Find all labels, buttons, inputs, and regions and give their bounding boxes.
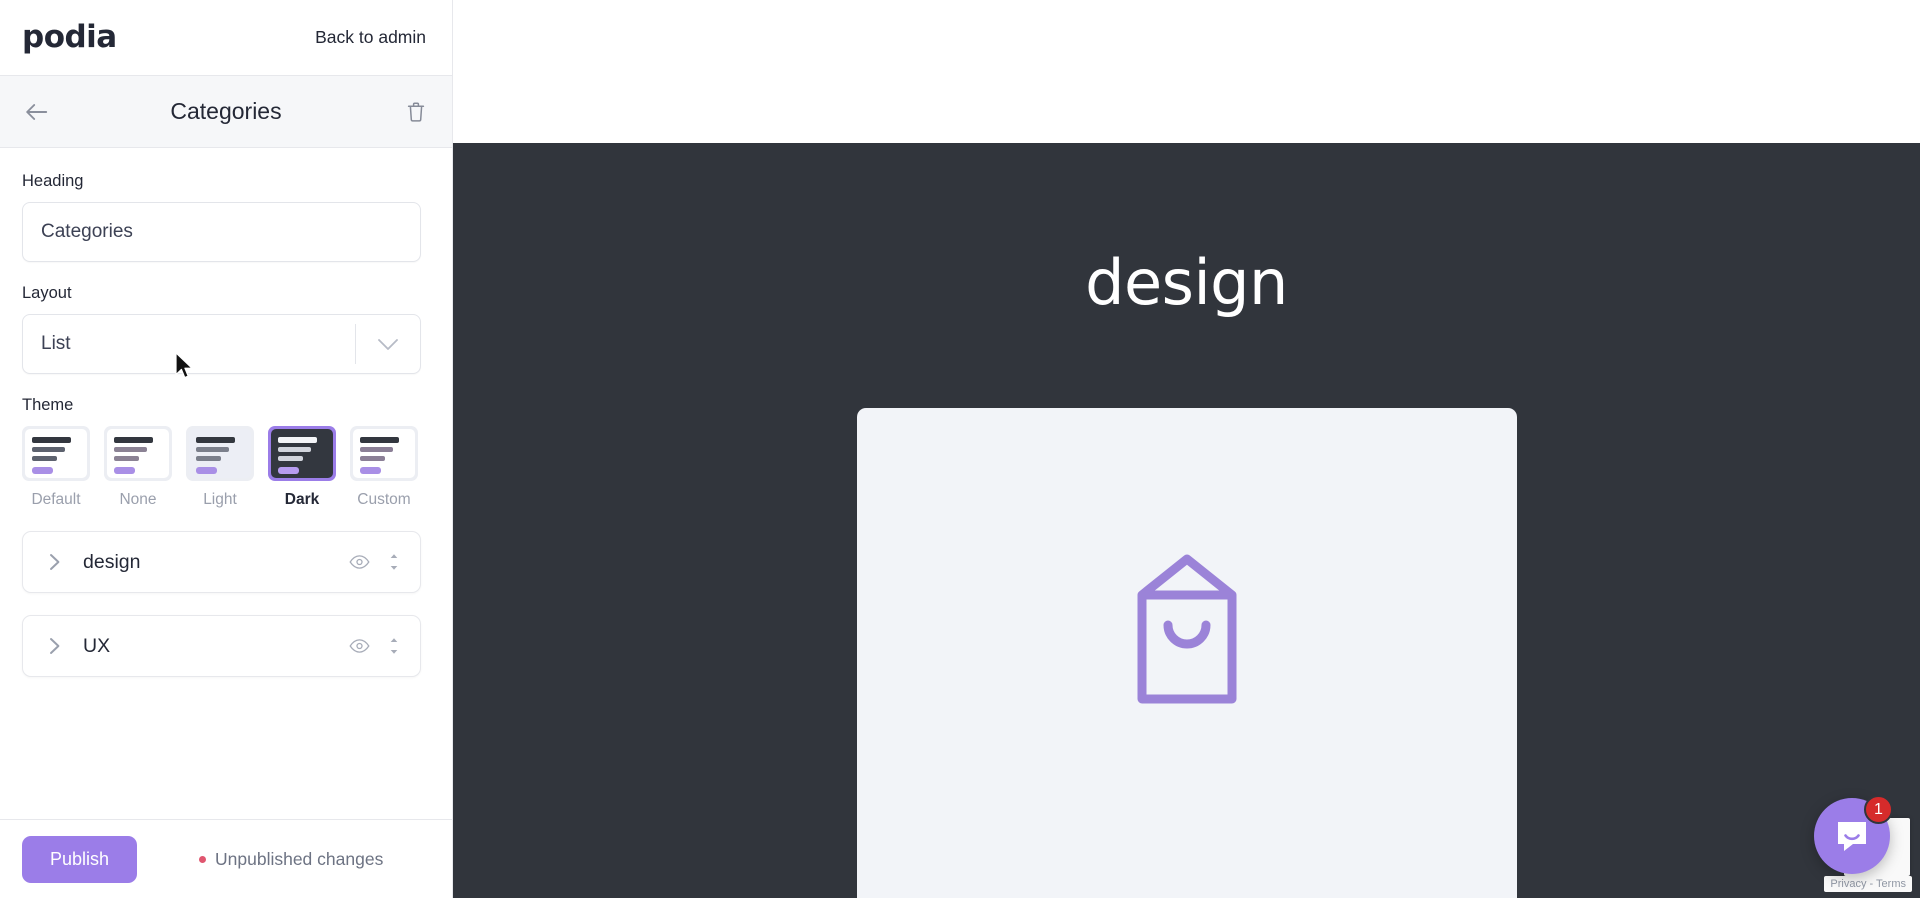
- brand-bar: podia Back to admin: [0, 0, 452, 75]
- theme-option-dark[interactable]: Dark: [268, 426, 336, 509]
- theme-swatch-list: Default None Light Dark Custom: [22, 426, 430, 509]
- preview-section: design: [453, 143, 1920, 898]
- layout-field-group: Layout List: [22, 284, 430, 374]
- publish-bar: Publish Unpublished changes: [0, 819, 452, 898]
- theme-swatch-preview: [186, 426, 254, 481]
- category-actions: [349, 552, 400, 572]
- page-title: Categories: [170, 98, 282, 124]
- status-dot-icon: [199, 855, 206, 863]
- heading-field-group: Heading: [22, 172, 430, 262]
- editor-body: Heading Layout List Theme: [0, 148, 452, 819]
- theme-option-default[interactable]: Default: [22, 426, 90, 509]
- category-row[interactable]: UX: [22, 615, 421, 677]
- theme-swatch-preview: [104, 426, 172, 481]
- drag-handle-icon[interactable]: [388, 636, 400, 656]
- publish-button[interactable]: Publish: [22, 835, 137, 883]
- arrow-left-icon[interactable]: [22, 98, 50, 126]
- theme-swatch-preview: [350, 426, 418, 481]
- eye-icon[interactable]: [349, 555, 370, 569]
- layout-select[interactable]: List: [22, 314, 421, 374]
- category-actions: [349, 636, 400, 656]
- theme-option-none[interactable]: None: [104, 426, 172, 509]
- heading-input[interactable]: [22, 202, 421, 262]
- select-divider: [355, 324, 356, 364]
- chat-bubble-icon: [1838, 822, 1866, 851]
- preview-pane: design Privacy - Terms 1: [453, 0, 1920, 898]
- shopping-bag-icon: [1120, 553, 1254, 710]
- status-badge: Unpublished changes: [215, 848, 384, 869]
- theme-swatch-preview: [268, 426, 336, 481]
- drag-handle-icon[interactable]: [388, 552, 400, 572]
- preview-top-bar: [453, 0, 1920, 143]
- theme-option-label: Dark: [284, 491, 320, 508]
- theme-option-custom[interactable]: Custom: [350, 426, 418, 509]
- theme-option-light[interactable]: Light: [186, 426, 254, 509]
- eye-icon[interactable]: [349, 639, 370, 653]
- theme-option-label: None: [119, 491, 157, 508]
- theme-swatch-preview: [22, 426, 90, 481]
- heading-label: Heading: [22, 172, 84, 190]
- theme-option-label: Default: [31, 491, 81, 508]
- theme-field-group: Theme Default None Light Dark Custom: [22, 396, 430, 509]
- intercom-unread-badge: 1: [1864, 795, 1893, 824]
- chevron-right-icon[interactable]: [49, 553, 65, 571]
- unpublished-status: Unpublished changes: [199, 849, 383, 870]
- category-list: design UX: [22, 531, 430, 677]
- preview-category-heading: design: [1085, 246, 1288, 319]
- category-row[interactable]: design: [22, 531, 421, 593]
- chevron-right-icon[interactable]: [49, 637, 65, 655]
- category-name: design: [83, 550, 141, 573]
- product-card[interactable]: [856, 408, 1517, 898]
- editor-panel: podia Back to admin Categories Heading C…: [0, 0, 453, 898]
- layout-label: Layout: [22, 284, 72, 302]
- app-root: podia Back to admin Categories Heading C…: [0, 0, 1920, 898]
- podia-logo[interactable]: podia: [22, 22, 117, 53]
- intercom-launcher-button[interactable]: 1: [1814, 795, 1893, 874]
- back-to-admin-link[interactable]: Back to admin: [315, 27, 426, 48]
- layout-select-wrap: List: [22, 314, 421, 374]
- theme-label: Theme: [22, 396, 74, 414]
- trash-icon[interactable]: [402, 98, 430, 126]
- theme-option-label: Custom: [357, 491, 411, 508]
- recaptcha-terms-text[interactable]: Privacy - Terms: [1824, 876, 1912, 892]
- category-name: UX: [83, 634, 111, 657]
- section-header: Categories: [0, 75, 452, 148]
- theme-option-label: Light: [203, 491, 237, 508]
